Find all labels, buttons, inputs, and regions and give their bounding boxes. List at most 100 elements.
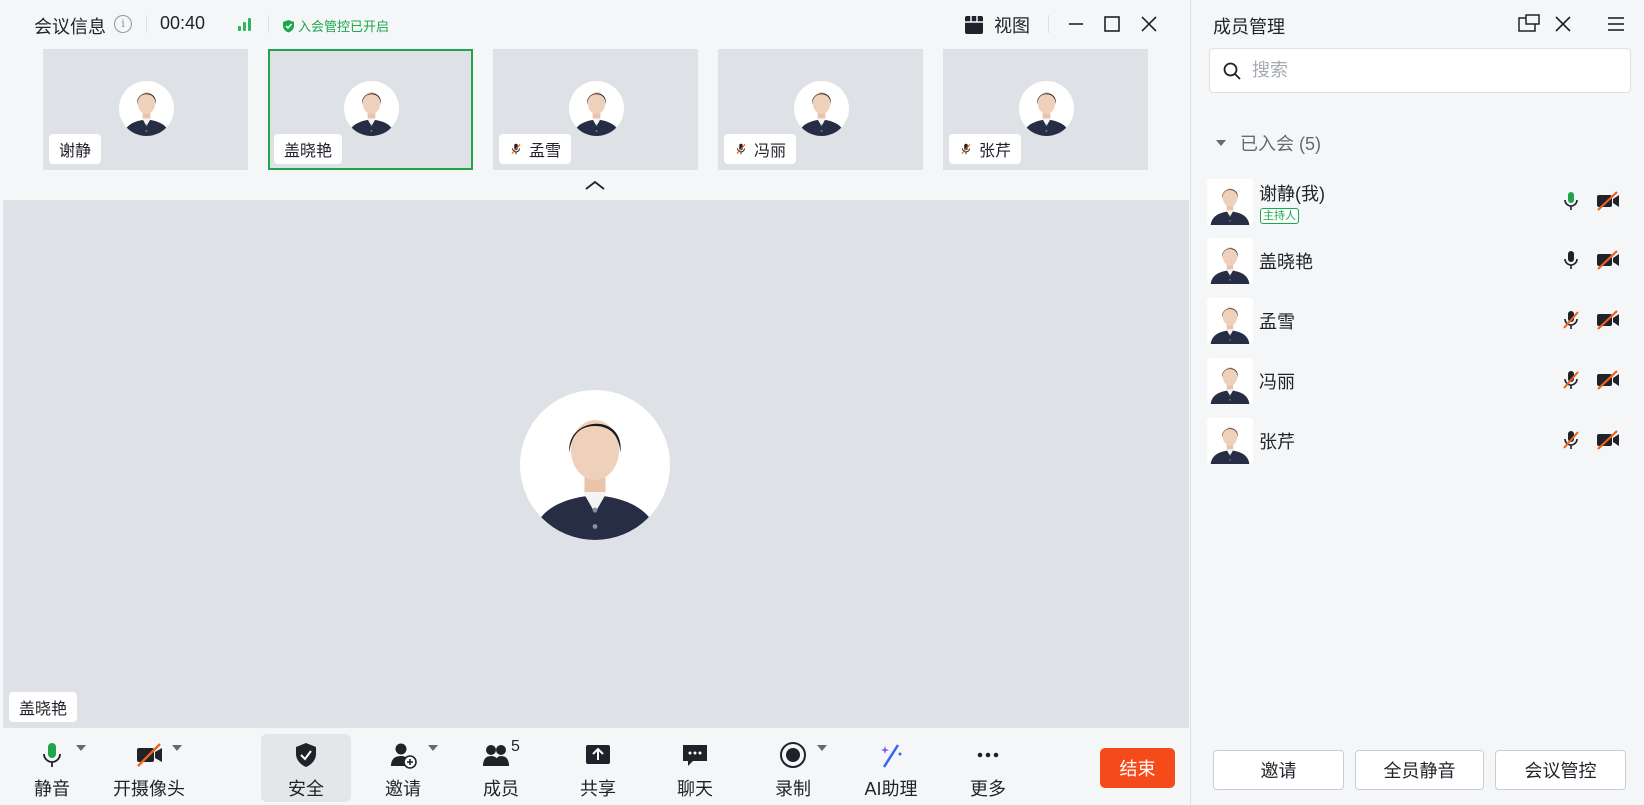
member-row[interactable]: 冯丽 <box>1207 356 1627 406</box>
record-options-caret[interactable] <box>817 745 827 751</box>
view-button[interactable]: 视图 <box>964 12 1030 38</box>
member-avatar <box>1207 238 1253 284</box>
shield-check-icon <box>296 743 316 767</box>
panel-title: 成员管理 <box>1213 17 1285 37</box>
mute-options-caret[interactable] <box>76 745 86 751</box>
main-video-stage[interactable]: 盖晓艳 <box>3 200 1189 728</box>
participant-avatar <box>1019 81 1074 136</box>
share-button[interactable]: 共享 <box>553 734 643 802</box>
camera-label: 开摄像头 <box>113 779 185 799</box>
joined-group-header[interactable]: 已入会 (5) <box>1216 130 1321 156</box>
camera-off-icon[interactable] <box>1595 428 1621 452</box>
speaker-name: 盖晓艳 <box>19 701 68 718</box>
member-row[interactable]: 盖晓艳 <box>1207 236 1627 286</box>
tile-name-tag: 盖晓艳 <box>274 134 343 164</box>
member-row[interactable]: 张芹 <box>1207 416 1627 466</box>
members-button[interactable]: 5 成员 <box>456 734 546 802</box>
info-icon[interactable]: i <box>114 15 132 33</box>
mic-muted-icon[interactable] <box>1559 368 1583 392</box>
invite-options-caret[interactable] <box>428 745 438 751</box>
mic-muted-icon <box>959 142 973 156</box>
search-input[interactable] <box>1252 60 1612 81</box>
member-avatar <box>1207 418 1253 464</box>
member-name: 孟雪 <box>1259 312 1295 332</box>
meeting-timer: 00:40 <box>160 13 206 33</box>
chat-label: 聊天 <box>677 779 713 799</box>
participant-avatar <box>119 81 174 136</box>
meeting-info-title[interactable]: 会议信息 <box>34 13 106 39</box>
member-name: 盖晓艳 <box>1259 252 1313 272</box>
minimize-icon[interactable] <box>1064 12 1088 36</box>
mic-muted-icon <box>509 142 523 156</box>
microphone-on-icon[interactable] <box>1559 189 1583 213</box>
panel-invite-button[interactable]: 邀请 <box>1213 750 1344 790</box>
video-tile[interactable]: 孟雪 <box>493 49 698 170</box>
video-tile[interactable]: 谢静 <box>43 49 248 170</box>
more-button[interactable]: 更多 <box>943 734 1033 802</box>
shield-check-icon <box>283 19 294 32</box>
microphone-icon[interactable] <box>1559 248 1583 272</box>
participant-avatar <box>794 81 849 136</box>
menu-icon[interactable] <box>1604 12 1628 36</box>
share-screen-icon <box>586 745 610 764</box>
meeting-toolbar: 静音 开摄像头 安全 邀请 5 成员 共享 聊天 录制 AI助理 更多 结束 <box>0 728 1190 805</box>
member-row[interactable]: 谢静(我) 主持人 <box>1207 177 1627 227</box>
chevron-up-icon[interactable] <box>583 178 607 192</box>
signal-icon[interactable] <box>238 17 254 31</box>
popout-window-icon[interactable] <box>1517 12 1541 36</box>
close-panel-icon[interactable] <box>1551 12 1575 36</box>
member-row[interactable]: 孟雪 <box>1207 296 1627 346</box>
view-grid-icon <box>965 16 983 34</box>
member-avatar <box>1207 179 1253 225</box>
mic-muted-icon[interactable] <box>1559 308 1583 332</box>
chat-button[interactable]: 聊天 <box>650 734 740 802</box>
tile-name: 冯丽 <box>754 143 787 160</box>
tile-name: 谢静 <box>59 143 92 160</box>
members-label: 成员 <box>483 779 519 799</box>
video-tile[interactable]: 张芹 <box>943 49 1148 170</box>
participant-avatar <box>569 81 624 136</box>
camera-off-icon <box>137 743 162 767</box>
tile-name: 张芹 <box>979 143 1012 160</box>
record-icon <box>780 742 806 768</box>
microphone-icon <box>43 743 61 767</box>
member-avatar <box>1207 298 1253 344</box>
tile-name-tag: 张芹 <box>949 134 1022 164</box>
camera-off-icon[interactable] <box>1595 248 1621 272</box>
maximize-icon[interactable] <box>1100 12 1124 36</box>
security-button[interactable]: 安全 <box>261 734 351 802</box>
ai-assistant-button[interactable]: AI助理 <box>846 734 936 802</box>
magic-wand-icon <box>881 744 902 768</box>
member-management-panel: 成员管理 已入会 (5) 谢静(我) 主持人 <box>1190 0 1644 805</box>
camera-options-caret[interactable] <box>172 745 182 751</box>
speaker-avatar <box>520 390 670 540</box>
host-badge: 主持人 <box>1260 208 1299 224</box>
meeting-control-button[interactable]: 会议管控 <box>1495 750 1626 790</box>
more-label: 更多 <box>970 779 1006 799</box>
member-name: 谢静(我) <box>1259 184 1325 204</box>
mute-all-button[interactable]: 全员静音 <box>1355 750 1484 790</box>
member-search-box[interactable] <box>1209 48 1631 93</box>
admission-control-status[interactable]: 入会管控已开启 <box>282 16 389 35</box>
member-avatar <box>1207 358 1253 404</box>
security-label: 安全 <box>288 779 324 799</box>
video-tile[interactable]: 冯丽 <box>718 49 923 170</box>
tile-name-tag: 孟雪 <box>499 134 572 164</box>
mic-muted-icon <box>734 142 748 156</box>
divider <box>146 15 147 33</box>
caret-down-icon <box>1216 140 1226 146</box>
mic-muted-icon[interactable] <box>1559 428 1583 452</box>
camera-off-icon[interactable] <box>1595 308 1621 332</box>
member-name: 张芹 <box>1259 432 1295 452</box>
camera-off-icon[interactable] <box>1595 368 1621 392</box>
joined-group-label: 已入会 (5) <box>1240 134 1321 154</box>
participant-avatar <box>344 81 399 136</box>
end-meeting-button[interactable]: 结束 <box>1100 748 1175 788</box>
divider <box>1048 15 1049 33</box>
share-label: 共享 <box>580 779 616 799</box>
camera-off-icon[interactable] <box>1595 189 1621 213</box>
video-tile-active[interactable]: 盖晓艳 <box>268 49 473 170</box>
close-icon[interactable] <box>1137 12 1161 36</box>
view-label: 视图 <box>994 16 1030 36</box>
divider <box>268 15 269 33</box>
